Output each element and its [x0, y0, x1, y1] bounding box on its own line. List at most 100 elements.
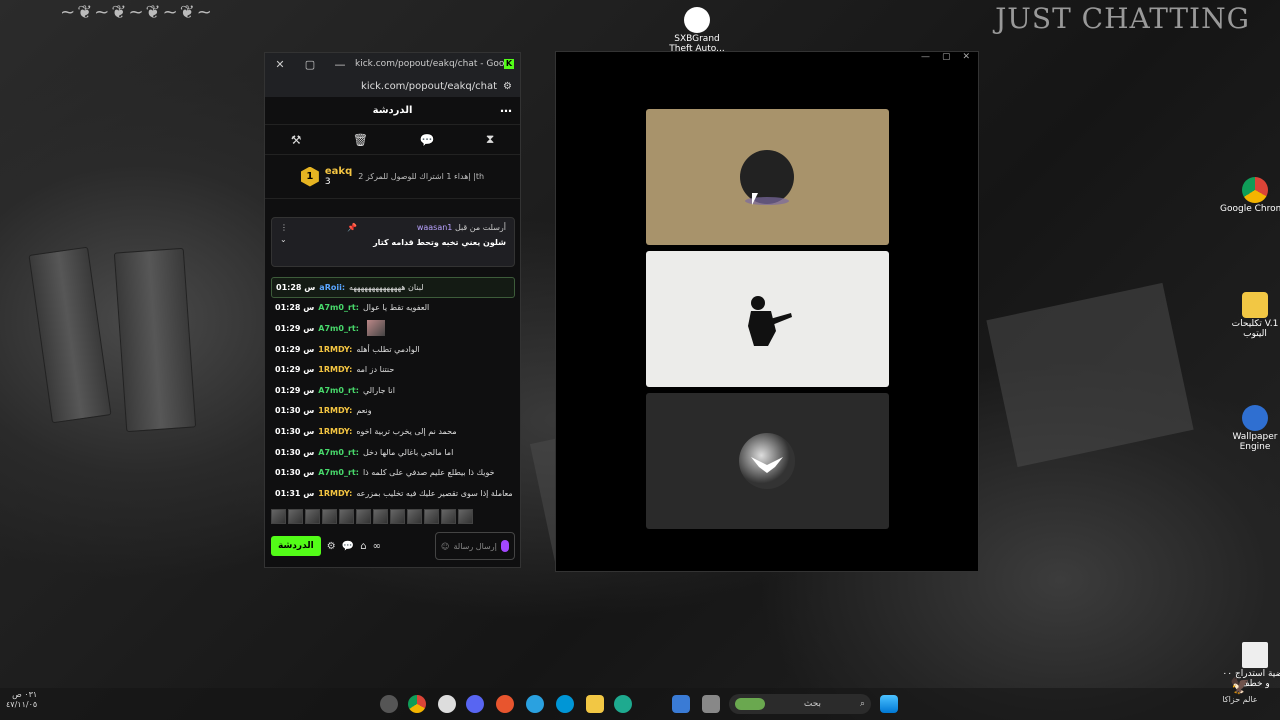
- media-card-silhouette[interactable]: [646, 251, 889, 387]
- store-icon[interactable]: ⌂: [360, 541, 366, 552]
- close-icon[interactable]: ✕: [962, 52, 970, 67]
- goal-username[interactable]: eakq: [325, 166, 352, 177]
- pinned-label: أرسلت من قبل: [454, 223, 506, 232]
- desktop-icon-chrome[interactable]: Google Chrome: [1220, 177, 1280, 215]
- minimize-icon[interactable]: —: [325, 58, 355, 71]
- message-username[interactable]: A7m0_rt:: [318, 386, 359, 395]
- goal-text: إهداء 1 اشتراك للوصول للمركز 2 |th: [358, 172, 485, 181]
- taskbar-search[interactable]: بحث ⌕: [729, 694, 871, 714]
- message-username[interactable]: A7m0_rt:: [318, 324, 359, 333]
- message-username[interactable]: A7m0_rt:: [318, 468, 359, 477]
- chat-message[interactable]: 01:30 س 1RMDY: ونعم: [271, 401, 515, 422]
- close-icon[interactable]: ✕: [265, 58, 295, 71]
- message-text: اما مالجي باغالي مالها دخل: [362, 447, 454, 457]
- message-username[interactable]: A7m0_rt:: [318, 303, 359, 312]
- app-taskbar-icon[interactable]: [380, 695, 398, 713]
- chat-message[interactable]: 01:29 س A7m0_rt: انا جارالي: [271, 380, 515, 401]
- search-placeholder: بحث: [803, 699, 822, 709]
- pin-icon[interactable]: 📌: [347, 223, 357, 232]
- chrome-taskbar-icon[interactable]: [408, 695, 426, 713]
- emote-thumbnail[interactable]: [373, 509, 388, 524]
- windows-start-icon[interactable]: [880, 695, 898, 713]
- chat-message[interactable]: 01:28 س A7m0_rt: العفويه تقط يا عوال: [271, 298, 515, 319]
- task-view-taskbar-icon[interactable]: [702, 695, 720, 713]
- message-username[interactable]: 1RMDY:: [318, 489, 352, 498]
- chat-message[interactable]: 01:30 س 1RMDY: محمد نم إلى يخرب تربية اخوه: [271, 421, 515, 442]
- minimize-icon[interactable]: —: [921, 52, 930, 67]
- maximize-icon[interactable]: ▢: [295, 58, 325, 71]
- chat-message[interactable]: 01:29 س 1RMDY: حنتنا دز امه: [271, 359, 515, 380]
- mod-toolbar: ⚒ 🗑 💬 ⧗: [265, 125, 520, 155]
- watermark-text: JUST CHATTING: [995, 2, 1250, 35]
- message-time: 01:30 س: [275, 406, 315, 416]
- file-explorer-taskbar-icon[interactable]: [586, 695, 604, 713]
- emote-thumbnail[interactable]: [322, 509, 337, 524]
- emote-thumbnail[interactable]: [407, 509, 422, 524]
- message-username[interactable]: 1RMDY:: [318, 406, 352, 415]
- desktop-icon-gta[interactable]: SXBGrand Theft Auto...: [662, 7, 732, 55]
- app-taskbar-icon[interactable]: [496, 695, 514, 713]
- share-icon[interactable]: ∞: [373, 541, 381, 552]
- mic-icon[interactable]: [501, 540, 509, 552]
- emote-thumbnail[interactable]: [390, 509, 405, 524]
- message-username[interactable]: 1RMDY:: [318, 365, 352, 374]
- emote-image: [366, 320, 385, 337]
- chat-message-list: 01:28 س aRoii: لبنان ههههههههههههههه 01:28 …: [271, 277, 515, 503]
- emote-thumbnail[interactable]: [288, 509, 303, 524]
- chat-message[interactable]: 01:28 س aRoii: لبنان ههههههههههههههه: [271, 277, 515, 298]
- message-text: خويك ذا بيطلع عليم صدفي على كلمه ذا: [362, 468, 495, 478]
- chat-message[interactable]: 01:31 س 1RMDY: ذي معاملة إذا سوى تقصير علي…: [271, 483, 515, 504]
- pinned-username[interactable]: waasan1: [417, 223, 453, 232]
- more-options-icon[interactable]: ⋯: [500, 104, 512, 118]
- app-taskbar-icon[interactable]: [526, 695, 544, 713]
- hp-taskbar-icon[interactable]: [556, 695, 574, 713]
- chat-popout-window: ✕ ▢ — kick.com/popout/eakq/chat - Google…: [264, 52, 521, 568]
- pinned-message: ⋮ 📌 waasan1 أرسلت من قبل ⌄ شلون يعني تخب…: [271, 217, 515, 267]
- system-clock[interactable]: ٠٣١ ص ٤٧/١١/٠٥: [6, 690, 37, 711]
- gear-taskbar-icon[interactable]: [438, 695, 456, 713]
- chat-send-button[interactable]: الدردشة: [271, 536, 321, 556]
- discord-taskbar-icon[interactable]: [466, 695, 484, 713]
- gear-icon[interactable]: ⚙: [327, 541, 336, 552]
- goal-count: 3: [324, 177, 331, 187]
- chevron-down-icon[interactable]: ⌄: [280, 235, 287, 244]
- media-card-eagle-moon[interactable]: [646, 393, 889, 529]
- chat-message[interactable]: 01:30 س A7m0_rt: خويك ذا بيطلع عليم صدفي ع…: [271, 462, 515, 483]
- maximize-icon[interactable]: ▢: [942, 52, 951, 67]
- emote-thumbnail[interactable]: [458, 509, 473, 524]
- kick-logo-icon: K: [504, 59, 514, 69]
- edge-taskbar-icon[interactable]: [614, 695, 632, 713]
- emoji-icon[interactable]: ☺: [441, 542, 449, 551]
- emote-thumbnail[interactable]: [305, 509, 320, 524]
- search-icon: ⌕: [859, 699, 865, 709]
- message-username[interactable]: 1RMDY:: [318, 345, 352, 354]
- trash-icon[interactable]: 🗑: [353, 133, 368, 147]
- message-username[interactable]: A7m0_rt:: [318, 448, 359, 457]
- pin-menu-icon[interactable]: ⋮: [280, 223, 288, 232]
- media-viewer-window: — ▢ ✕: [555, 51, 979, 572]
- site-settings-icon[interactable]: ⚙: [503, 81, 512, 92]
- chat-message[interactable]: 01:30 س A7m0_rt: اما مالجي باغالي مالها دخ…: [271, 442, 515, 463]
- media-card-cat[interactable]: [646, 109, 889, 245]
- desktop-icon-folder[interactable]: تكليحات V.1 اليتوب: [1220, 292, 1280, 340]
- emote-thumbnail[interactable]: [424, 509, 439, 524]
- chat-message[interactable]: 01:29 س A7m0_rt:: [271, 318, 515, 339]
- desktop-icon-wallpaper-engine[interactable]: Wallpaper Engine: [1220, 405, 1280, 453]
- message-username[interactable]: aRoii:: [319, 283, 345, 292]
- emote-thumbnail[interactable]: [339, 509, 354, 524]
- address-bar[interactable]: kick.com/popout/eakq/chat ⚙: [265, 75, 520, 97]
- ban-hammer-icon[interactable]: ⚒: [291, 133, 302, 147]
- message-input[interactable]: ☺ إرسال رسالة: [435, 532, 515, 560]
- mouse-cursor-icon: [752, 193, 758, 205]
- message-username[interactable]: 1RMDY:: [318, 427, 352, 436]
- chat-message[interactable]: 01:29 س 1RMDY: الوادمي تطلب أهله: [271, 339, 515, 360]
- message-time: 01:29 س: [275, 385, 315, 395]
- store-taskbar-icon[interactable]: [672, 695, 690, 713]
- chat-bubble-icon[interactable]: 💬: [342, 541, 354, 552]
- chat-bubble-icon[interactable]: 💬: [419, 133, 434, 147]
- emote-thumbnail[interactable]: [441, 509, 456, 524]
- hourglass-icon[interactable]: ⧗: [486, 132, 494, 147]
- emote-thumbnail[interactable]: [271, 509, 286, 524]
- desktop-icon-eagle[interactable]: 🦅 عالم حزاكا: [1210, 676, 1270, 704]
- emote-thumbnail[interactable]: [356, 509, 371, 524]
